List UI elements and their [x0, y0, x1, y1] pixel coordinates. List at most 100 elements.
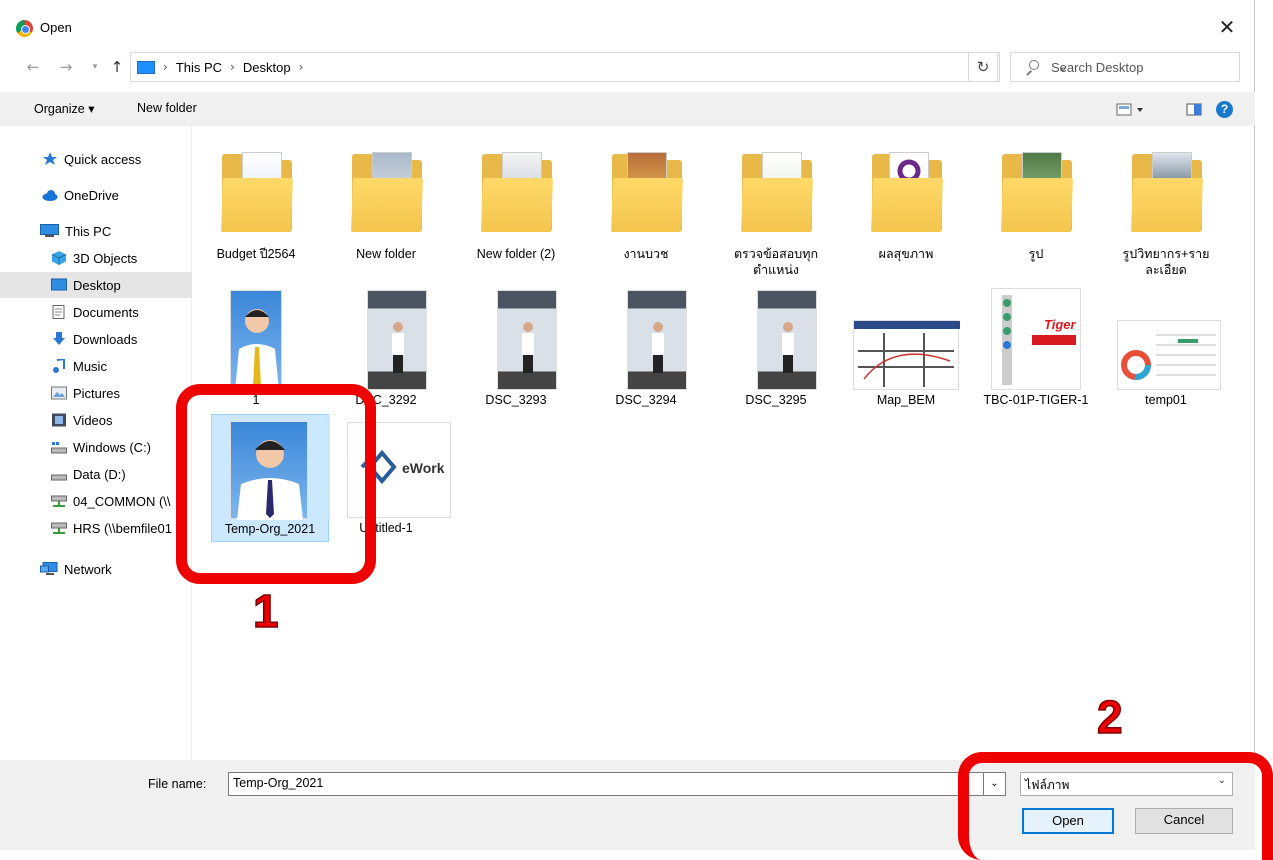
refresh-icon[interactable]: ↻ — [968, 52, 998, 82]
folder-icon — [977, 140, 1095, 244]
image-item[interactable]: DSC_3294 — [587, 286, 705, 412]
folder-item[interactable]: New folder — [327, 140, 445, 266]
close-icon[interactable]: ✕ — [1213, 13, 1241, 41]
pictures-icon — [51, 386, 67, 400]
file-name-label: รูปวิทยากร+รายละเอียด — [1122, 247, 1210, 277]
sidebar-item-music[interactable]: Music — [0, 353, 192, 379]
image-thumbnail — [197, 286, 315, 391]
folder-item[interactable]: Budget ปี2564 — [197, 140, 315, 266]
image-thumbnail: Tiger — [977, 286, 1095, 390]
sidebar-item-pictures[interactable]: Pictures — [0, 380, 192, 406]
folder-item[interactable]: ตรวจข้อสอบทุกตำแหน่ง — [717, 140, 835, 282]
this-pc-icon — [137, 60, 155, 74]
navigation-pane: Quick access OneDrive This PC 3D Objects… — [0, 126, 192, 760]
folder-item[interactable]: งานบวช — [587, 140, 705, 266]
folder-icon — [847, 140, 965, 244]
desktop-icon — [51, 278, 67, 292]
sidebar-item-label: OneDrive — [64, 187, 119, 203]
document-icon — [51, 305, 67, 319]
sidebar-item-network[interactable]: Network — [0, 556, 192, 582]
file-name-label: temp01 — [1145, 393, 1187, 407]
network-drive-icon — [51, 494, 67, 508]
folder-icon — [457, 140, 575, 244]
image-item[interactable]: temp01 — [1107, 286, 1225, 412]
sidebar-item-documents[interactable]: Documents — [0, 299, 192, 325]
sidebar-item-hrs[interactable]: HRS (\\bemfile01 — [0, 515, 192, 541]
folder-item[interactable]: รูปวิทยากร+รายละเอียด — [1107, 140, 1225, 282]
image-thumbnail — [847, 286, 965, 390]
up-arrow-icon[interactable]: ↑ — [106, 56, 128, 78]
folder-icon — [197, 140, 315, 244]
help-icon[interactable]: ? — [1216, 101, 1233, 118]
chevron-right-icon[interactable]: › — [163, 60, 168, 74]
view-options-icon[interactable] — [1116, 103, 1144, 120]
file-name-label: New folder (2) — [476, 247, 556, 261]
cube-icon — [51, 251, 67, 265]
sidebar-item-label: This PC — [65, 223, 112, 239]
folder-icon — [587, 140, 705, 244]
image-item[interactable]: Tiger TBC-01P-TIGER-1 — [977, 286, 1095, 412]
image-thumbnail — [1107, 286, 1225, 390]
annotation-box-2 — [958, 752, 1273, 860]
file-name-input[interactable]: Temp-Org_2021 — [228, 772, 984, 796]
image-thumbnail — [587, 286, 705, 390]
sidebar-item-label: Videos — [73, 412, 113, 428]
search-box[interactable]: Search Desktop — [1010, 52, 1240, 82]
back-arrow-icon[interactable]: ← — [22, 56, 44, 78]
image-item[interactable]: DSC_3295 — [717, 286, 835, 412]
folder-icon — [327, 140, 445, 244]
sidebar-item-label: Pictures — [73, 385, 120, 401]
folder-item[interactable]: ผลสุขภาพ — [847, 140, 965, 266]
sidebar-item-label: Quick access — [64, 151, 142, 167]
sidebar-item-label: Network — [64, 561, 112, 577]
chevron-right-icon[interactable]: › — [230, 60, 235, 74]
svg-text:Tiger: Tiger — [1044, 317, 1076, 332]
sidebar-item-downloads[interactable]: Downloads — [0, 326, 192, 352]
chevron-right-icon[interactable]: › — [299, 60, 304, 74]
file-name-label: งานบวช — [623, 247, 669, 261]
folder-icon — [717, 140, 835, 244]
image-thumbnail — [457, 286, 575, 390]
image-item[interactable]: DSC_3293 — [457, 286, 575, 412]
file-name-label: DSC_3293 — [485, 393, 547, 407]
sidebar-item-04-common[interactable]: 04_COMMON (\\ — [0, 488, 192, 514]
navigation-bar: ← → ▾ ↑ › This PC › Desktop › ⌄ ↻ Search… — [0, 50, 1255, 86]
sidebar-item-onedrive[interactable]: OneDrive — [0, 182, 192, 208]
organize-button[interactable]: Organize ▾ — [34, 101, 94, 116]
sidebar-item-label: Desktop — [73, 277, 121, 293]
folder-item[interactable]: รูป — [977, 140, 1095, 266]
sidebar-item-label: Documents — [73, 304, 139, 320]
file-name-label: New folder — [356, 247, 416, 261]
file-name-label: ผลสุขภาพ — [878, 247, 934, 261]
window-title: Open — [40, 20, 72, 35]
sidebar-item-windows-c[interactable]: Windows (C:) — [0, 434, 192, 460]
download-icon — [51, 332, 67, 346]
sidebar-item-videos[interactable]: Videos — [0, 407, 192, 433]
chrome-icon — [16, 20, 33, 37]
search-input[interactable]: Search Desktop — [1051, 60, 1144, 75]
forward-arrow-icon[interactable]: → — [55, 56, 77, 78]
address-bar[interactable]: › This PC › Desktop › ⌄ — [130, 52, 1068, 82]
breadcrumb-this-pc[interactable]: This PC — [176, 60, 222, 75]
drive-icon — [51, 467, 67, 481]
new-folder-button[interactable]: New folder — [137, 101, 197, 115]
sidebar-item-3d-objects[interactable]: 3D Objects — [0, 245, 192, 271]
recent-dropdown-icon[interactable]: ▾ — [84, 56, 106, 78]
preview-pane-icon[interactable] — [1186, 103, 1202, 120]
file-name-label: TBC-01P-TIGER-1 — [983, 393, 1089, 407]
image-thumbnail — [717, 286, 835, 390]
sidebar-item-data-d[interactable]: Data (D:) — [0, 461, 192, 487]
logo-text: eWork — [402, 460, 445, 476]
folder-item[interactable]: New folder (2) — [457, 140, 575, 266]
image-item[interactable]: Map_BEM — [847, 286, 965, 412]
video-icon — [51, 413, 67, 427]
cloud-icon — [42, 188, 58, 202]
sidebar-item-this-pc[interactable]: This PC — [0, 218, 192, 244]
command-toolbar: Organize ▾ New folder ? — [0, 92, 1255, 126]
breadcrumb-desktop[interactable]: Desktop — [243, 60, 291, 75]
file-name-label: รูป — [1028, 247, 1044, 261]
folder-icon — [1107, 140, 1225, 244]
file-name-label: Budget ปี2564 — [216, 247, 296, 261]
sidebar-item-desktop[interactable]: Desktop — [0, 272, 192, 298]
sidebar-item-quick-access[interactable]: Quick access — [0, 146, 192, 172]
